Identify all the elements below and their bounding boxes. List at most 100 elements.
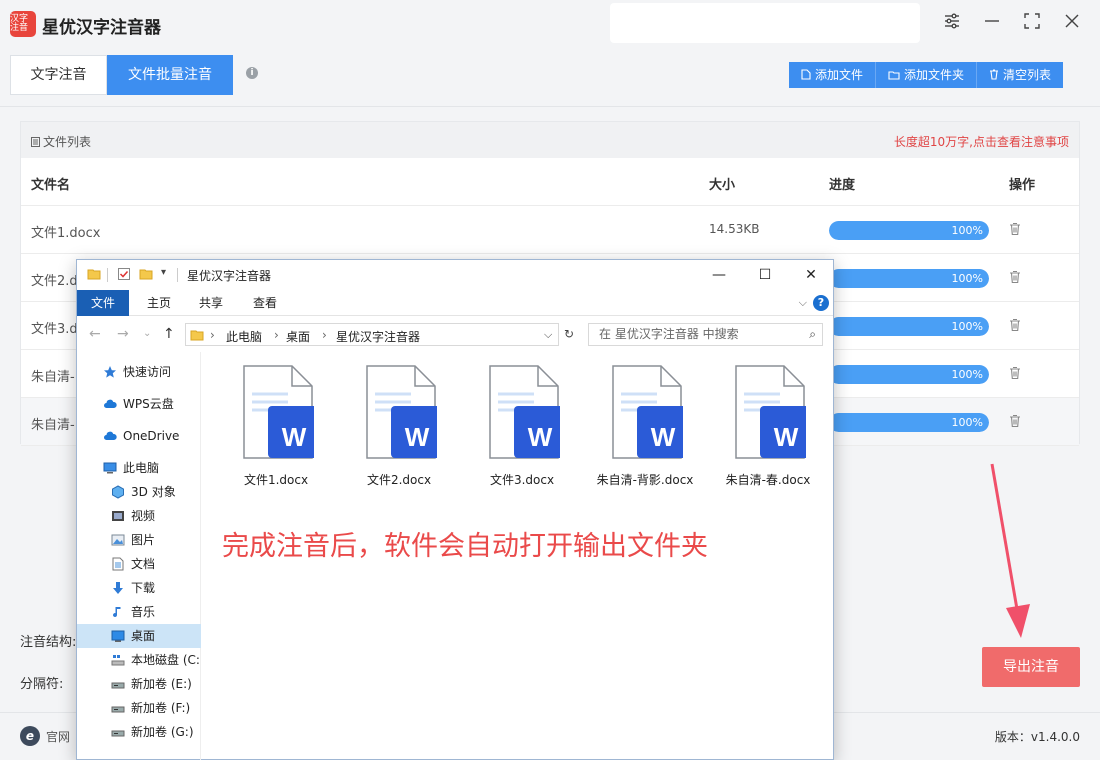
breadcrumb-current-folder[interactable]: 星优汉字注音器 xyxy=(336,328,420,345)
nav-item[interactable]: 3D 对象 xyxy=(77,480,201,504)
clear-list-button[interactable]: 清空列表 xyxy=(977,62,1064,88)
nav-item-label: OneDrive xyxy=(123,429,180,443)
progress-bar: 100% xyxy=(829,365,989,384)
maximize-icon[interactable] xyxy=(1020,12,1044,36)
nav-item-label: 3D 对象 xyxy=(131,485,176,499)
nav-item[interactable]: 本地磁盘 (C: xyxy=(77,648,201,672)
ribbon-tab-share[interactable]: 共享 xyxy=(185,290,237,316)
explorer-ribbon: 文件 主页 共享 查看 ⌵ ? xyxy=(77,290,833,316)
search-icon: ⌕ xyxy=(809,327,816,341)
nav-item[interactable]: 快速访问 xyxy=(77,360,201,384)
progress-bar: 100% xyxy=(829,413,989,432)
breadcrumb-separator-icon: › xyxy=(210,328,215,342)
folder-content-area: W 文件1.docx W 文件2.docx W 文件3.docx W 朱自清-背影.docx W… xyxy=(202,352,833,760)
file-item[interactable]: W 朱自清-春.docx xyxy=(708,364,828,494)
nav-item[interactable]: WPS云盘 xyxy=(77,392,201,416)
nav-item-label: 音乐 xyxy=(131,605,156,619)
progress-bar: 100% xyxy=(829,317,989,336)
video-icon xyxy=(111,509,125,523)
tab-batch-file-annotation[interactable]: 文件批量注音 xyxy=(107,55,233,95)
nav-item-label: 图片 xyxy=(131,533,156,547)
clear-list-label: 清空列表 xyxy=(1003,68,1052,82)
file-item[interactable]: W 文件1.docx xyxy=(216,364,336,494)
forward-arrow-icon[interactable]: → xyxy=(117,326,129,342)
delete-trash-icon[interactable] xyxy=(1009,318,1021,332)
website-logo-icon[interactable]: e xyxy=(20,726,40,746)
nav-item[interactable]: OneDrive xyxy=(77,424,201,448)
nav-item[interactable]: 音乐 xyxy=(77,600,201,624)
version-label: 版本：v1.4.0.0 xyxy=(994,730,1080,744)
nav-item[interactable]: 新加卷 (F:) xyxy=(77,696,201,720)
file-name-cell: 朱自清- xyxy=(31,418,75,433)
settings-sliders-icon[interactable] xyxy=(940,12,964,36)
explorer-search-input[interactable]: 在 星优汉字注音器 中搜索 ⌕ xyxy=(588,323,823,346)
nav-item[interactable]: 此电脑 xyxy=(77,456,201,480)
delete-trash-icon[interactable] xyxy=(1009,414,1021,428)
nav-item[interactable]: 新加卷 (E:) xyxy=(77,672,201,696)
delete-trash-icon[interactable] xyxy=(1009,366,1021,380)
nav-item-label: 本地磁盘 (C: xyxy=(131,653,200,667)
nav-item[interactable]: 桌面 xyxy=(77,624,201,648)
file-item[interactable]: W 文件2.docx xyxy=(339,364,459,494)
length-warning-link[interactable]: 长度超10万字,点击查看注意事项 xyxy=(894,133,1069,150)
help-icon[interactable]: ? xyxy=(813,295,829,311)
minimize-icon[interactable] xyxy=(980,12,1004,36)
ribbon-tab-view[interactable]: 查看 xyxy=(239,290,291,316)
nav-item-label: WPS云盘 xyxy=(123,397,174,411)
progress-label: 100% xyxy=(951,416,983,429)
refresh-icon[interactable]: ↻ xyxy=(561,323,577,346)
nav-item-label: 此电脑 xyxy=(123,461,160,475)
explorer-title: 星优汉字注音器 xyxy=(187,269,272,283)
explorer-minimize-icon[interactable]: — xyxy=(705,264,733,286)
address-field[interactable]: › 此电脑 › 桌面 › 星优汉字注音器 ⌵ xyxy=(185,323,559,346)
file-item-name: 文件3.docx xyxy=(489,473,555,487)
add-folder-button[interactable]: 添加文件夹 xyxy=(876,62,978,88)
file-item[interactable]: W 朱自清-背影.docx xyxy=(585,364,705,494)
address-dropdown-chevron-icon[interactable]: ⌵ xyxy=(544,328,552,342)
export-annotation-button[interactable]: 导出注音 xyxy=(982,647,1080,687)
file-name-cell: 朱自清- xyxy=(31,370,75,385)
ribbon-tab-home[interactable]: 主页 xyxy=(133,290,185,316)
word-letter: W xyxy=(282,422,307,452)
folder-icon xyxy=(190,330,204,341)
file-name-cell: 文件3.d xyxy=(31,322,78,337)
nav-item[interactable]: 新加卷 (G:) xyxy=(77,720,201,744)
progress-label: 100% xyxy=(951,368,983,381)
column-action-header: 操作 xyxy=(1009,178,1036,193)
nav-item-label: 新加卷 (F:) xyxy=(131,701,191,715)
nav-item[interactable]: 下载 xyxy=(77,576,201,600)
website-link[interactable]: 官网 xyxy=(46,728,70,745)
tab-text-annotation[interactable]: 文字注音 xyxy=(10,55,107,95)
word-document-icon: W xyxy=(366,365,437,459)
title-separator xyxy=(177,268,178,282)
table-header: 文件名 大小 进度 操作 xyxy=(21,158,1079,206)
breadcrumb-this-pc[interactable]: 此电脑 xyxy=(226,328,262,345)
nav-item[interactable]: 文档 xyxy=(77,552,201,576)
add-folder-label: 添加文件夹 xyxy=(904,68,965,82)
ribbon-tab-file[interactable]: 文件 xyxy=(77,290,130,316)
nav-item[interactable]: 视频 xyxy=(77,504,201,528)
recent-locations-chevron-icon[interactable]: ⌄ xyxy=(143,328,151,339)
file-list-title-text: 文件列表 xyxy=(43,135,92,149)
table-row[interactable]: 文件1.docx 14.53KB 100% xyxy=(21,206,1079,254)
explorer-close-icon[interactable]: ✕ xyxy=(797,264,825,286)
new-folder-icon[interactable] xyxy=(139,267,153,281)
up-arrow-icon[interactable]: ↑ xyxy=(163,326,175,342)
add-file-button[interactable]: 添加文件 xyxy=(789,62,877,88)
drive-icon xyxy=(111,677,125,691)
breadcrumb-desktop[interactable]: 桌面 xyxy=(286,328,310,345)
separator-label: 分隔符: xyxy=(20,677,64,692)
info-icon[interactable]: i xyxy=(246,67,258,79)
nav-item-label: 快速访问 xyxy=(123,365,172,379)
breadcrumb-separator-icon: › xyxy=(274,328,279,342)
file-item[interactable]: W 文件3.docx xyxy=(462,364,582,494)
close-icon[interactable] xyxy=(1060,12,1084,36)
properties-check-icon[interactable] xyxy=(117,267,131,281)
delete-trash-icon[interactable] xyxy=(1009,222,1021,236)
customize-toolbar-chevron-icon[interactable]: ▾ xyxy=(161,267,166,278)
explorer-maximize-icon[interactable]: ☐ xyxy=(751,264,779,286)
ribbon-expand-chevron-icon[interactable]: ⌵ xyxy=(799,296,807,310)
delete-trash-icon[interactable] xyxy=(1009,270,1021,284)
back-arrow-icon[interactable]: ← xyxy=(89,326,101,342)
nav-item[interactable]: 图片 xyxy=(77,528,201,552)
